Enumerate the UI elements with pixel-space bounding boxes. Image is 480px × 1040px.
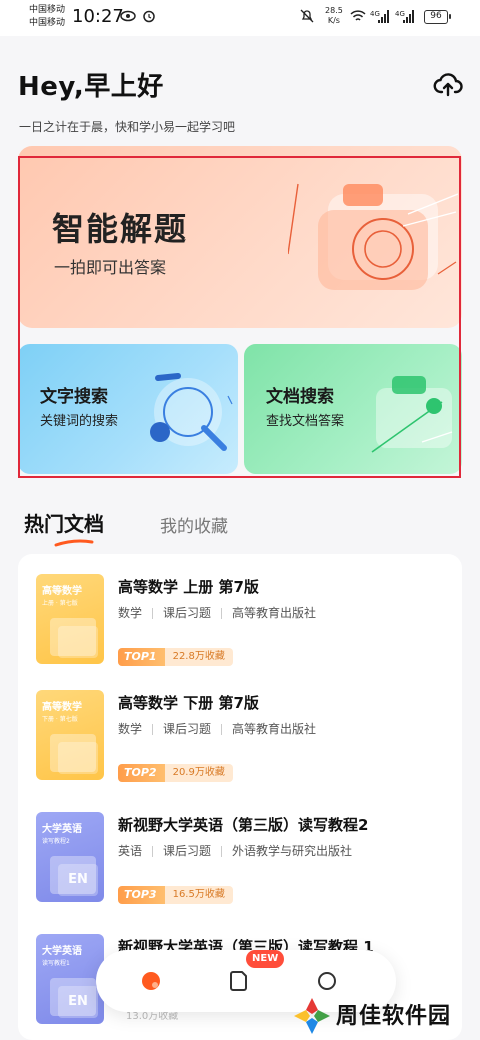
doc-title: 高等数学 下册 第7版 bbox=[118, 694, 259, 712]
text-search-desc: 关键词的搜索 bbox=[40, 414, 119, 429]
alarm-icon bbox=[142, 9, 156, 28]
mute-icon bbox=[300, 9, 314, 28]
active-tab-underline bbox=[54, 539, 94, 547]
cover-logo: EN bbox=[58, 986, 98, 1018]
cover-logo: EN bbox=[58, 864, 98, 896]
cloud-upload-icon bbox=[433, 73, 463, 97]
carrier-2: 中国移动 bbox=[29, 18, 66, 28]
rank-badge-group: TOP2 20.9万收藏 bbox=[118, 764, 233, 782]
greeting-subtitle: 一日之计在于晨，快和学小易一起学习吧 bbox=[19, 120, 236, 134]
carrier-names: 中国移动 中国移动 bbox=[29, 4, 65, 30]
cover-subtitle: 读写教程1 bbox=[42, 960, 70, 967]
folder-illustration-icon bbox=[371, 376, 453, 453]
document-icon bbox=[230, 971, 247, 991]
smart-solve-title: 智能解题 bbox=[52, 210, 189, 248]
tag-publisher: 高等教育出版社 bbox=[232, 606, 317, 620]
doc-search-title: 文档搜索 bbox=[266, 387, 334, 407]
doc-tags: 数学 课后习题 高等教育出版社 bbox=[118, 604, 316, 621]
doc-tags: 数学 课后习题 高等教育出版社 bbox=[118, 720, 316, 737]
tag-type: 课后习题 bbox=[163, 844, 212, 858]
doc-title: 新视野大学英语（第三版）读写教程2 bbox=[118, 816, 369, 834]
doc-search-card[interactable]: 文档搜索 查找文档答案 bbox=[244, 344, 462, 474]
smart-solve-desc: 一拍即可出答案 bbox=[54, 258, 167, 277]
rank-badge: TOP2 bbox=[118, 764, 165, 782]
list-item[interactable]: 高等数学 上册 · 第七版 高等数学 上册 第7版 数学 课后习题 高等教育出版社 … bbox=[18, 554, 462, 676]
text-search-card[interactable]: 文字搜索 关键词的搜索 bbox=[18, 344, 238, 474]
net-speed: 28.5 K/s bbox=[325, 6, 343, 26]
tab-my-favorites[interactable]: 我的收藏 bbox=[160, 512, 228, 537]
tag-publisher: 高等教育出版社 bbox=[232, 722, 317, 736]
cover-subtitle: 上册 · 第七版 bbox=[42, 600, 78, 607]
magnifier-illustration-icon bbox=[150, 373, 233, 451]
doc-tags: 英语 课后习题 外语教学与研究出版社 bbox=[118, 842, 352, 859]
cover-decoration bbox=[58, 626, 98, 658]
rank-badge: TOP1 bbox=[118, 648, 165, 666]
tag-subject: 英语 bbox=[118, 844, 143, 858]
rank-badge: TOP3 bbox=[118, 886, 165, 904]
watermark-logo-icon bbox=[294, 998, 330, 1034]
favorite-count: 22.8万收藏 bbox=[164, 648, 233, 666]
cover-title: 大学英语 bbox=[42, 946, 82, 957]
battery-indicator: 96 bbox=[424, 10, 451, 24]
tag-type: 课后习题 bbox=[163, 722, 212, 736]
book-cover: 大学英语 读写教程2 EN bbox=[36, 812, 104, 902]
text-search-title: 文字搜索 bbox=[40, 387, 108, 407]
cover-title: 大学英语 bbox=[42, 824, 82, 835]
doc-tabs: 热门文档 我的收藏 bbox=[22, 508, 462, 552]
tab-hot-docs[interactable]: 热门文档 bbox=[24, 508, 104, 537]
signal-1-icon bbox=[378, 9, 390, 28]
cover-subtitle: 下册 · 第七版 bbox=[42, 716, 78, 723]
camera-illustration-icon bbox=[288, 183, 458, 290]
list-item[interactable]: 大学英语 读写教程2 EN 新视野大学英语（第三版）读写教程2 英语 课后习题 外语… bbox=[18, 792, 462, 914]
home-dot-icon bbox=[142, 972, 160, 990]
list-item[interactable]: 高等数学 下册 · 第七版 高等数学 下册 第7版 数学 课后习题 高等教育出版社 … bbox=[18, 670, 462, 792]
status-bar: 中国移动 中国移动 10:27 28.5 K/s 4G 4G 96 bbox=[0, 0, 480, 36]
favorite-count: 20.9万收藏 bbox=[164, 764, 233, 782]
status-time: 10:27 bbox=[72, 6, 124, 27]
watermark: 周佳软件园 bbox=[290, 992, 480, 1040]
cover-title: 高等数学 bbox=[42, 586, 82, 597]
net-speed-unit: K/s bbox=[327, 16, 340, 25]
signal-2-icon bbox=[403, 9, 415, 28]
book-cover: 高等数学 下册 · 第七版 bbox=[36, 690, 104, 780]
doc-title: 高等数学 上册 第7版 bbox=[118, 578, 259, 596]
greeting-title: Hey,早上好 bbox=[18, 72, 164, 102]
tag-publisher: 外语教学与研究出版社 bbox=[232, 844, 353, 858]
eye-icon bbox=[120, 9, 136, 28]
tag-subject: 数学 bbox=[118, 722, 143, 736]
smart-solve-card[interactable]: 智能解题 一拍即可出答案 bbox=[18, 146, 462, 328]
wifi-icon bbox=[350, 9, 366, 28]
rank-badge-group: TOP1 22.8万收藏 bbox=[118, 648, 233, 666]
tag-subject: 数学 bbox=[118, 606, 143, 620]
favorite-count: 16.5万收藏 bbox=[164, 886, 233, 904]
book-cover: 高等数学 上册 · 第七版 bbox=[36, 574, 104, 664]
book-cover: 大学英语 读写教程1 EN bbox=[36, 934, 104, 1024]
cover-decoration bbox=[58, 742, 98, 774]
feature-cards: 智能解题 一拍即可出答案 文字搜索 关键词的搜索 文档搜索 查找文档答案 bbox=[18, 146, 462, 486]
cover-subtitle: 读写教程2 bbox=[42, 838, 70, 845]
doc-search-desc: 查找文档答案 bbox=[266, 414, 345, 429]
tag-type: 课后习题 bbox=[163, 606, 212, 620]
cover-title: 高等数学 bbox=[42, 702, 82, 713]
cloud-upload-button[interactable] bbox=[433, 70, 463, 100]
net-speed-value: 28.5 bbox=[325, 6, 343, 15]
rank-badge-group: TOP3 16.5万收藏 bbox=[118, 886, 233, 904]
carrier-1: 中国移动 bbox=[29, 5, 66, 15]
nav-home-button[interactable] bbox=[136, 966, 166, 996]
nav-docs-button[interactable] bbox=[224, 966, 254, 996]
watermark-text: 周佳软件园 bbox=[336, 1004, 452, 1029]
